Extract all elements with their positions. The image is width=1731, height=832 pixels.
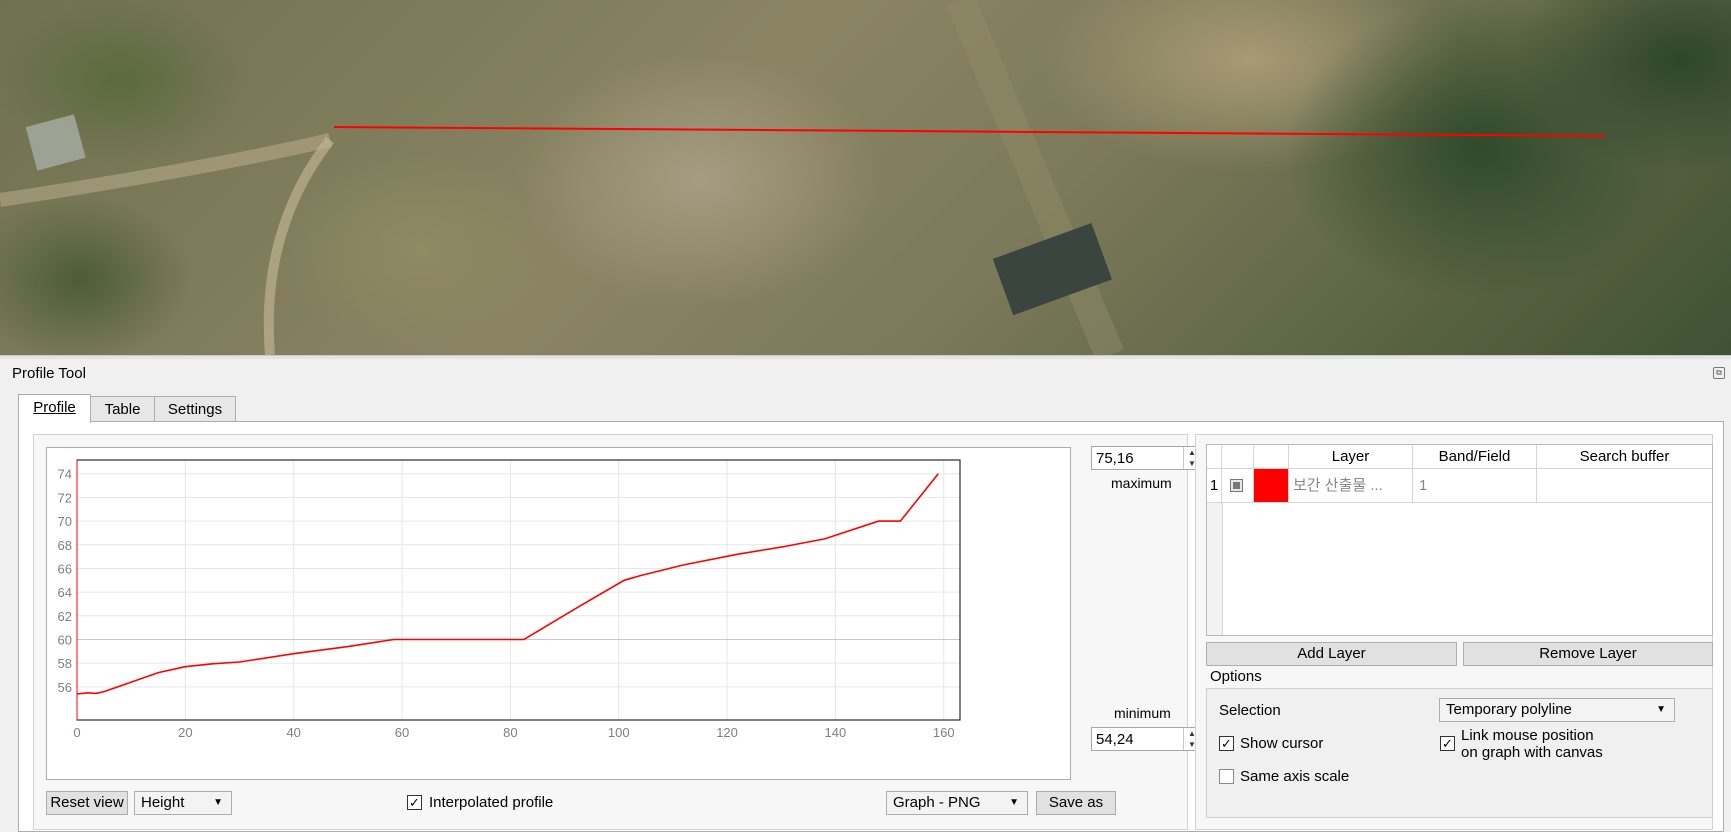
tab-table[interactable]: Table <box>90 396 155 421</box>
map-structure <box>25 114 86 171</box>
max-label: maximum <box>1111 475 1172 491</box>
x-tick-label: 60 <box>395 725 409 740</box>
show-cursor-label: Show cursor <box>1240 735 1324 752</box>
y-tick-label: 72 <box>58 490 72 505</box>
profile-tool-dock: Profile Tool ⧉ Profile Table Settings 0 2… <box>0 359 1731 832</box>
band-column-header[interactable]: Band/Field <box>1413 445 1537 469</box>
show-cursor-checkbox[interactable]: ✓ <box>1219 736 1234 751</box>
layers-group: Layer Band/Field Search buffer 1 보간 산출물 … <box>1195 434 1731 830</box>
band-cell[interactable]: 1 <box>1413 469 1537 503</box>
chevron-down-icon: ▼ <box>1009 797 1019 808</box>
selection-label: Selection <box>1219 702 1281 719</box>
series-line <box>76 473 939 695</box>
map-overlay <box>0 0 1606 355</box>
tab-profile-label: Profile <box>33 399 76 416</box>
x-tick-label: 120 <box>716 725 738 740</box>
min-label: minimum <box>1114 705 1171 721</box>
x-tick-label: 20 <box>178 725 192 740</box>
y-tick-label: 64 <box>58 585 72 600</box>
layer-column-header[interactable]: Layer <box>1289 445 1413 469</box>
row-header-strip <box>1207 503 1223 635</box>
mode-combo[interactable]: Height ▼ <box>134 791 232 815</box>
max-spinbox[interactable]: 75,16 ▲ ▼ <box>1091 446 1201 470</box>
dock-title: Profile Tool <box>12 365 86 382</box>
add-layer-button[interactable]: Add Layer <box>1206 642 1457 666</box>
link-mouse-checkbox[interactable]: ✓ <box>1440 736 1455 751</box>
y-tick-label: 74 <box>58 467 72 482</box>
max-value: 75,16 <box>1096 450 1134 467</box>
map-canvas[interactable] <box>0 0 1731 355</box>
chevron-down-icon: ▼ <box>1656 704 1666 715</box>
row-header-corner <box>1207 445 1222 469</box>
selection-value: Temporary polyline <box>1446 701 1572 718</box>
dock-float-icon[interactable]: ⧉ <box>1713 367 1725 379</box>
plot-area <box>76 459 961 721</box>
x-tick-label: 0 <box>73 725 80 740</box>
tab-profile[interactable]: Profile <box>18 394 91 423</box>
same-axis-label: Same axis scale <box>1240 768 1350 785</box>
chevron-down-icon: ▼ <box>213 797 223 808</box>
min-value: 54,24 <box>1096 731 1134 748</box>
row-index: 1 <box>1207 469 1222 503</box>
plot-group: 0 20 40 60 80 100 120 140 160 56 58 60 62 64 66 68 70 72… <box>33 434 1201 830</box>
buffer-cell[interactable] <box>1537 469 1712 503</box>
min-spinbox[interactable]: 54,24 ▲ ▼ <box>1091 727 1201 751</box>
export-format-value: Graph - PNG <box>893 794 981 811</box>
profile-tab-panel: 0 20 40 60 80 100 120 140 160 56 58 60 62 64 66 68 70 72… <box>18 421 1724 832</box>
y-tick-label: 70 <box>58 514 72 529</box>
reset-view-button[interactable]: Reset view <box>46 791 128 815</box>
y-tick-label: 66 <box>58 561 72 576</box>
interpolated-checkbox[interactable]: ✓ <box>407 795 422 810</box>
check-column-header <box>1222 445 1254 469</box>
y-tick-label: 62 <box>58 609 72 624</box>
x-tick-label: 100 <box>608 725 630 740</box>
y-tick-label: 58 <box>58 656 72 671</box>
layer-color-swatch[interactable] <box>1254 469 1289 503</box>
same-axis-checkbox[interactable] <box>1219 769 1234 784</box>
options-groupbox: Selection Temporary polyline ▼ ✓ Show cur… <box>1206 688 1713 818</box>
interpolated-label: Interpolated profile <box>429 794 554 811</box>
profile-plot[interactable]: 0 20 40 60 80 100 120 140 160 56 58 60 62 64 66 68 70 72… <box>46 447 1071 780</box>
map-path <box>263 136 334 355</box>
layers-table[interactable]: Layer Band/Field Search buffer 1 보간 산출물 … <box>1206 444 1713 636</box>
remove-layer-button[interactable]: Remove Layer <box>1463 642 1713 666</box>
link-mouse-label-1: Link mouse position <box>1461 727 1594 744</box>
options-title: Options <box>1210 668 1262 685</box>
table-row[interactable] <box>1222 469 1254 503</box>
buffer-column-header[interactable]: Search buffer <box>1537 445 1712 469</box>
link-mouse-label-2: on graph with canvas <box>1461 744 1603 761</box>
y-tick-label: 60 <box>58 632 72 647</box>
profile-chart: 0 20 40 60 80 100 120 140 160 56 58 60 62 64 66 68 70 72… <box>58 459 961 740</box>
y-tick-label: 56 <box>58 680 72 695</box>
tab-settings[interactable]: Settings <box>154 396 236 421</box>
export-format-combo[interactable]: Graph - PNG ▼ <box>886 791 1028 815</box>
x-tick-label: 160 <box>933 725 955 740</box>
selection-combo[interactable]: Temporary polyline ▼ <box>1439 698 1675 722</box>
save-as-button[interactable]: Save as <box>1036 791 1116 815</box>
color-column-header <box>1254 445 1289 469</box>
layer-visibility-checkbox[interactable] <box>1230 479 1243 492</box>
layer-name-cell[interactable]: 보간 산출물 ... <box>1289 469 1413 503</box>
y-tick-label: 68 <box>58 538 72 553</box>
mode-value: Height <box>141 794 185 811</box>
x-tick-label: 80 <box>503 725 517 740</box>
x-tick-label: 40 <box>286 725 300 740</box>
profile-line <box>333 126 1606 137</box>
x-tick-label: 140 <box>825 725 847 740</box>
